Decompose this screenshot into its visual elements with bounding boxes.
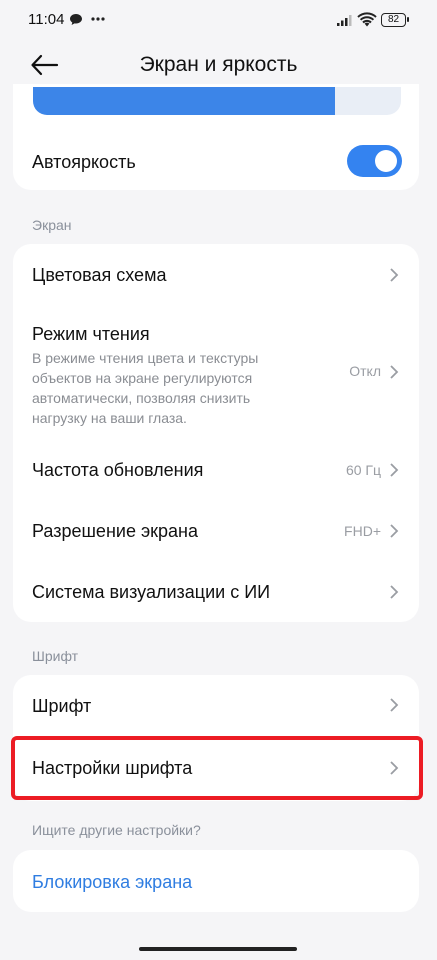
brightness-slider[interactable]	[33, 87, 401, 115]
row-title: Частота обновления	[32, 460, 204, 480]
row-description: В режиме чтения цвета и текстуры объекто…	[32, 350, 259, 426]
row-title: Цветовая схема	[32, 265, 167, 285]
brightness-card: Автояркость	[13, 84, 419, 190]
page-title: Экран и яркость	[139, 53, 298, 76]
row-lock-screen[interactable]: Блокировка экрана	[13, 850, 419, 912]
screen-settings-card: Цветовая схема Режим чтения В режиме чте…	[13, 244, 419, 622]
row-title: Разрешение экрана	[32, 521, 198, 541]
status-time: 11:04	[28, 11, 65, 28]
chevron-right-icon	[390, 524, 399, 538]
chevron-right-icon	[390, 463, 399, 477]
toggle-knob	[375, 150, 397, 172]
highlight-box	[11, 736, 423, 800]
section-label-screen: Экран	[32, 217, 72, 233]
row-title: Режим чтения	[32, 324, 150, 344]
brightness-slider-fill	[33, 87, 335, 115]
signal-icon	[336, 13, 354, 32]
app-header: Экран и яркость	[0, 40, 437, 90]
row-value: 60 Гц	[345, 462, 381, 478]
row-screen-resolution[interactable]: Разрешение экрана FHD+	[13, 502, 419, 564]
row-title: Система визуализации с ИИ	[32, 582, 271, 602]
auto-brightness-label: Автояркость	[32, 152, 136, 172]
battery-icon: 82	[381, 13, 409, 27]
home-indicator[interactable]	[139, 947, 297, 951]
auto-brightness-toggle[interactable]	[347, 145, 402, 177]
chat-bubble-icon	[69, 13, 83, 31]
wifi-icon	[357, 12, 377, 33]
chevron-right-icon	[390, 268, 399, 282]
more-dots-icon	[90, 11, 106, 29]
status-bar: 11:04 82	[0, 0, 437, 40]
chevron-right-icon	[390, 365, 399, 379]
row-color-scheme[interactable]: Цветовая схема	[13, 244, 419, 306]
row-ai-visualization[interactable]: Система визуализации с ИИ	[13, 564, 419, 622]
row-reading-mode[interactable]: Режим чтения В режиме чтения цвета и тек…	[13, 306, 419, 440]
chevron-right-icon	[390, 585, 399, 599]
row-title: Шрифт	[32, 696, 92, 716]
row-value: FHD+	[344, 523, 381, 539]
section-label-other: Ищите другие настройки?	[32, 822, 201, 838]
chevron-right-icon	[390, 698, 399, 712]
row-refresh-rate[interactable]: Частота обновления 60 Гц	[13, 440, 419, 502]
other-settings-card: Блокировка экрана	[13, 850, 419, 912]
row-font[interactable]: Шрифт	[13, 675, 419, 737]
lock-screen-link[interactable]: Блокировка экрана	[32, 872, 192, 893]
section-label-font: Шрифт	[32, 648, 79, 664]
row-value: Откл	[349, 363, 381, 379]
